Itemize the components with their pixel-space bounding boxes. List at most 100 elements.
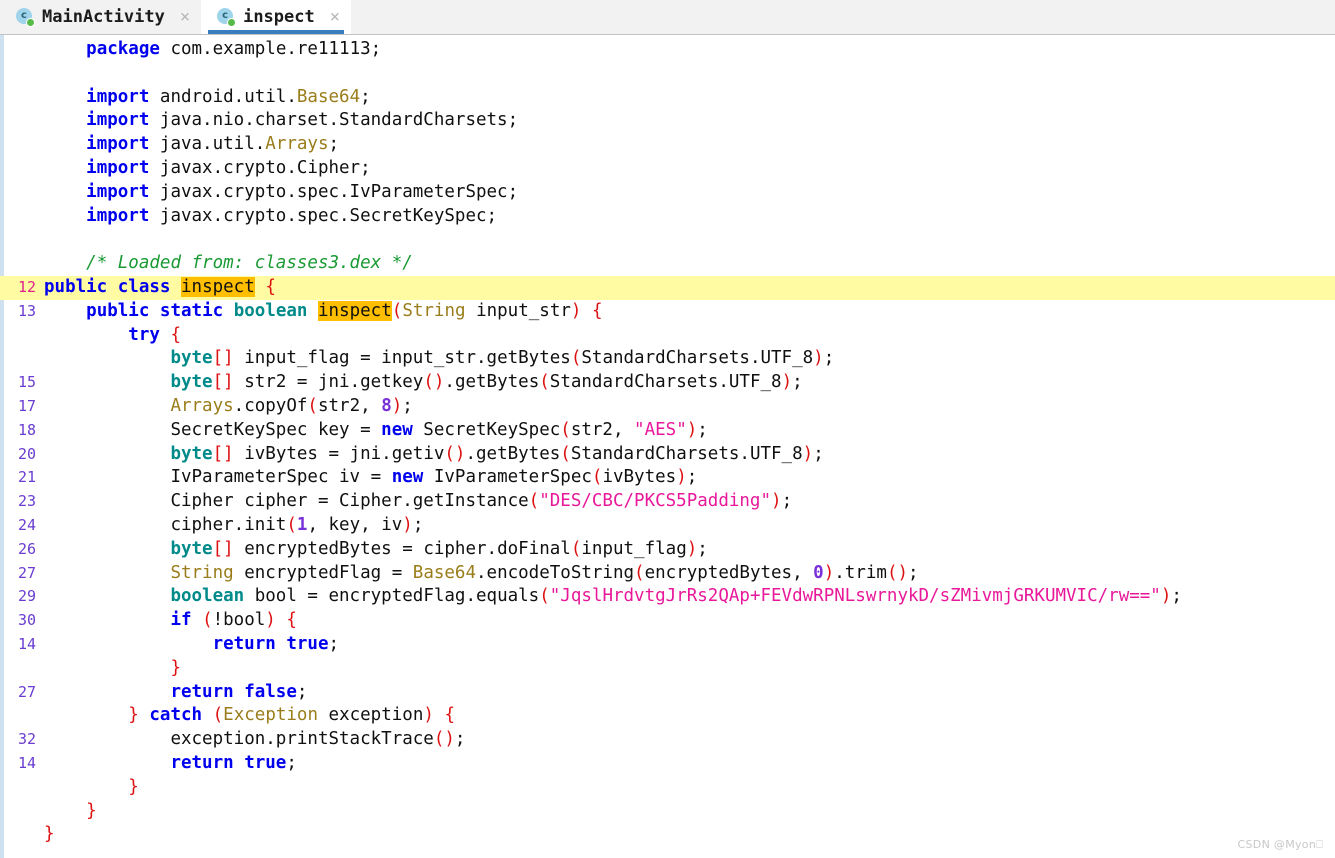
code-line[interactable]: 27 return false; [0,681,1335,705]
code-line[interactable]: 20 byte[] ivBytes = jni.getiv().getBytes… [0,443,1335,467]
code-token-id [44,753,170,773]
code-line[interactable]: import java.util.Arrays; [0,133,1335,157]
code-token-id [44,801,86,821]
code-token-kw: catch [149,705,203,726]
code-token-id [44,372,170,392]
code-token-typ: byte [170,348,213,369]
code-editor[interactable]: package com.example.re11113; import andr… [0,35,1335,858]
code-token-id [44,610,170,630]
code-line[interactable]: /* Loaded from: classes3.dex */ [0,252,1335,276]
code-line[interactable]: byte[] input_flag = input_str.getBytes(S… [0,347,1335,371]
code-line-content: } [0,800,1335,824]
code-line[interactable]: 32 exception.printStackTrace(); [0,728,1335,752]
code-token-id: StandardCharsets.UTF_8 [570,443,803,464]
tab-close-icon[interactable]: × [180,8,190,26]
code-token-pun: { [265,276,276,297]
code-line[interactable]: 30 if (!bool) { [0,609,1335,633]
code-token-kw: import [86,181,150,202]
code-line[interactable]: } catch (Exception exception) { [0,704,1335,728]
code-line-content: return true; [0,752,1335,776]
code-token-id [44,420,170,440]
code-line-content: } catch (Exception exception) { [0,704,1335,728]
code-line[interactable]: } [0,800,1335,824]
code-token-pun: } [44,824,55,845]
code-line[interactable]: 24 cipher.init(1, key, iv); [0,514,1335,538]
code-line[interactable]: } [0,657,1335,681]
code-line[interactable]: 17 Arrays.copyOf(str2, 8); [0,395,1335,419]
code-token-pun: ) [823,562,835,583]
code-line[interactable]: package com.example.re11113; [0,38,1335,62]
code-token-id: ; [296,681,308,702]
code-token-id: .getBytes [465,443,561,464]
code-token-id [44,206,86,226]
java-class-icon: c [16,7,35,27]
code-line[interactable]: import android.util.Base64; [0,86,1335,110]
code-line[interactable] [0,228,1335,252]
code-token-id: .copyOf [233,395,308,416]
code-token-id [44,110,86,130]
code-token-id [44,491,170,511]
tab-inspect[interactable]: c inspect × [201,0,351,34]
code-line[interactable]: 26 byte[] encryptedBytes = cipher.doFina… [0,538,1335,562]
code-token-kw: return [170,681,234,702]
code-line-content: return true; [0,633,1335,657]
code-line-content: IvParameterSpec iv = new IvParameterSpec… [0,466,1335,490]
code-token-id [44,87,86,107]
code-line[interactable]: 14 return true; [0,752,1335,776]
tab-mainactivity[interactable]: c MainActivity × [0,0,201,34]
code-token-pun: ) [1160,586,1172,607]
code-line[interactable]: 21 IvParameterSpec iv = new IvParameterS… [0,466,1335,490]
code-token-mark: inspect [318,300,392,321]
code-token-cls: String [402,300,466,321]
code-line[interactable]: 12 public class inspect { [0,275,1335,300]
code-token-pun: } [86,800,97,821]
tab-close-icon[interactable]: × [330,8,340,26]
code-line[interactable]: 23 Cipher cipher = Cipher.getInstance("D… [0,490,1335,514]
code-token-id [44,348,170,368]
code-token-pun: ( [570,538,582,559]
code-line[interactable]: 18 SecretKeySpec key = new SecretKeySpec… [0,419,1335,443]
code-line[interactable]: import javax.crypto.spec.IvParameterSpec… [0,181,1335,205]
code-token-pun: ( [570,348,582,369]
code-line[interactable]: import javax.crypto.Cipher; [0,157,1335,181]
code-lines-container[interactable]: package com.example.re11113; import andr… [0,35,1335,847]
line-number: 30 [17,611,36,630]
code-line[interactable]: } [0,776,1335,800]
code-line[interactable]: 29 boolean bool = encryptedFlag.equals("… [0,585,1335,609]
code-token-id [44,705,128,725]
code-line[interactable]: import javax.crypto.spec.SecretKeySpec; [0,205,1335,229]
code-line[interactable]: import java.nio.charset.StandardCharsets… [0,109,1335,133]
code-line-content: package com.example.re11113; [0,38,1335,62]
code-line[interactable]: } [0,823,1335,847]
code-token-id: ; [370,39,382,59]
line-number: 14 [17,634,36,653]
code-token-id: Cipher cipher = Cipher.getInstance [170,491,529,512]
code-token-id [192,610,203,630]
code-line-content: exception.printStackTrace(); [0,728,1335,752]
code-token-pun: ) [423,705,434,726]
code-token-kw: import [86,86,150,107]
code-token-kw: public [44,276,108,297]
code-token-id: ; [1171,586,1182,607]
code-token-id: .trim [834,562,887,583]
code-line[interactable]: try { [0,324,1335,348]
code-token-typ: boolean [233,300,308,321]
code-token-kw: try [128,324,160,345]
code-line[interactable]: 13 public static boolean inspect(String … [0,300,1335,324]
code-line[interactable] [0,62,1335,86]
code-token-cmt: /* Loaded from: classes3.dex */ [86,253,413,274]
code-line[interactable]: 27 String encryptedFlag = Base64.encodeT… [0,562,1335,586]
code-token-id: bool = encryptedFlag.equals [244,586,540,607]
line-number: 17 [17,396,36,415]
code-line[interactable]: 14 return true; [0,633,1335,657]
code-token-typ: byte [170,538,213,559]
code-token-id: ; [686,467,698,488]
code-line[interactable]: 15 byte[] str2 = jni.getkey().getBytes(S… [0,371,1335,395]
line-number: 26 [17,539,36,558]
code-line-content: import javax.crypto.spec.SecretKeySpec; [0,205,1335,229]
line-number: 23 [17,492,36,511]
code-token-id: StandardCharsets.UTF_8 [581,348,814,369]
code-token-id: ; [328,633,340,654]
code-token-id [581,301,592,321]
code-line-content: byte[] encryptedBytes = cipher.doFinal(i… [0,538,1335,562]
